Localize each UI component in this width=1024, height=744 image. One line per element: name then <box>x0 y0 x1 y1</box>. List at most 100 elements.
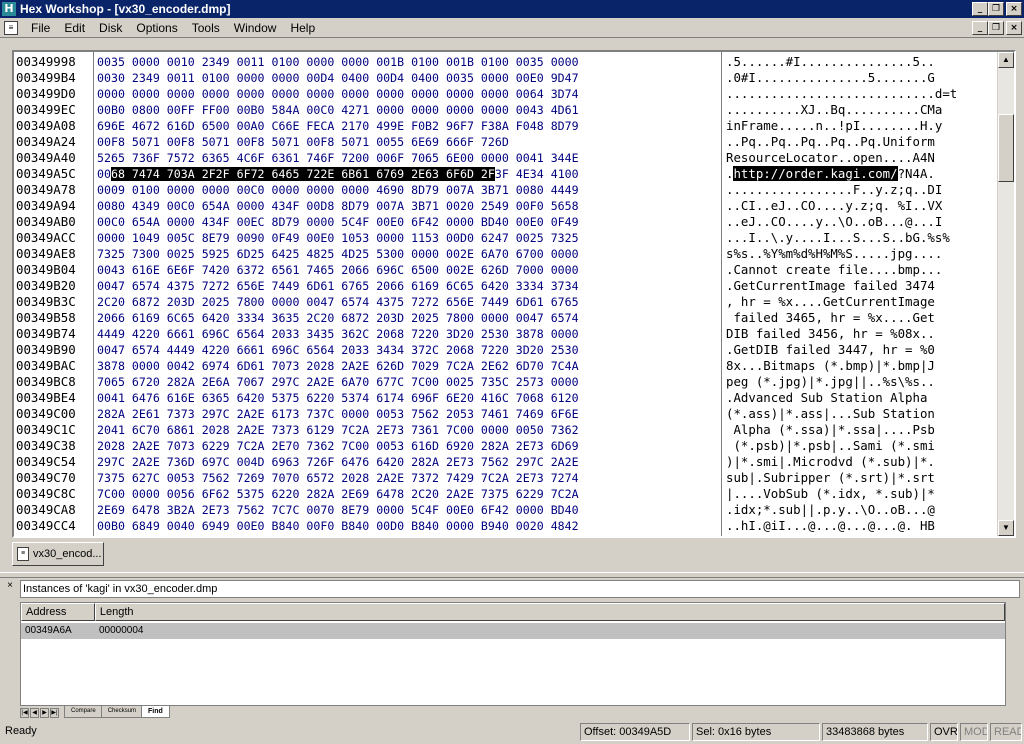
title-bar[interactable]: H Hex Workshop - [vx30_encoder.dmp] _ ❐ … <box>0 0 1024 18</box>
hex-line: 0047 6574 4375 7272 656E 7449 6D61 6765 … <box>97 279 579 293</box>
tab-next-icon[interactable]: ▶ <box>40 708 49 718</box>
close-button[interactable]: × <box>1006 2 1022 16</box>
tab-compare[interactable]: Compare <box>64 706 103 718</box>
ascii-column[interactable]: .5......#I...............5.. .0#I........… <box>723 52 997 536</box>
ascii-line: .................F..y.z;q..DI <box>726 182 943 197</box>
document-system-menu-icon[interactable]: ≡ <box>4 20 18 35</box>
tab-first-icon[interactable]: |◀ <box>20 708 29 718</box>
document-icon: ≡ <box>17 547 29 561</box>
hex-column[interactable]: 0035 0000 0010 2349 0011 0100 0000 0000 … <box>95 52 722 536</box>
address-line: 00349AE8 <box>16 246 76 261</box>
address-line: 00349CC4 <box>16 518 76 533</box>
scrollbar-thumb[interactable] <box>998 114 1014 182</box>
hex-line: 2028 2A2E 7073 6229 7C2A 2E70 7362 7C00 … <box>97 439 579 453</box>
column-header-address[interactable]: Address <box>21 603 95 621</box>
ascii-line: .0#I...............5.......G <box>726 70 935 85</box>
menu-edit[interactable]: Edit <box>57 21 92 35</box>
tab-prev-icon[interactable]: ◀ <box>30 708 39 718</box>
address-line: 00349B58 <box>16 310 76 325</box>
hex-line: 00B0 0800 00FF FF00 00B0 584A 00C0 4271 … <box>97 103 579 117</box>
ascii-line: ..hI.@iI...@...@...@...@. HB <box>726 518 935 533</box>
status-mod: MOD <box>960 723 988 741</box>
address-line: 00349CA8 <box>16 502 76 517</box>
address-line: 00349B74 <box>16 326 76 341</box>
hex-line: 00B0 6849 0040 6949 00E0 B840 00F0 B840 … <box>97 519 579 533</box>
status-read: READ <box>990 723 1022 741</box>
result-length-cell: 00000004 <box>99 625 144 636</box>
status-file-size: 33483868 bytes <box>822 723 928 741</box>
table-row[interactable]: 00349A6A 00000004 <box>21 623 1005 639</box>
hex-line: 7375 627C 0053 7562 7269 7070 6572 2028 … <box>97 471 579 485</box>
address-line: 00349A24 <box>16 134 76 149</box>
hex-line: 2C20 6872 203D 2025 7800 0000 0047 6574 … <box>97 295 579 309</box>
address-line: 003499EC <box>16 102 76 117</box>
restore-button[interactable]: ❐ <box>988 2 1004 16</box>
tab-find[interactable]: Find <box>141 706 170 718</box>
results-list-header: Address Length <box>21 603 1005 621</box>
menu-window[interactable]: Window <box>227 21 284 35</box>
document-tab-strip: ≡ vx30_encod... <box>12 540 1016 568</box>
hex-line: 2041 6C70 6861 2028 2A2E 7373 6129 7C2A … <box>97 423 579 437</box>
address-line: 00349A08 <box>16 118 76 133</box>
ascii-line: s%s..%Y%m%d%H%M%S.....jpg.... <box>726 246 943 261</box>
column-header-length[interactable]: Length <box>94 603 1005 621</box>
results-title: Instances of 'kagi' in vx30_encoder.dmp <box>20 580 1020 598</box>
address-line: 003499D0 <box>16 86 76 101</box>
document-tab[interactable]: ≡ vx30_encod... <box>12 542 104 566</box>
menu-help[interactable]: Help <box>283 21 322 35</box>
menu-options[interactable]: Options <box>129 21 184 35</box>
tab-checksum[interactable]: Checksum <box>100 706 144 718</box>
address-line: 00349C70 <box>16 470 76 485</box>
address-line: 00349C8C <box>16 486 76 501</box>
scroll-down-button[interactable]: ▼ <box>998 520 1014 536</box>
ascii-line: .Advanced Sub Station Alpha <box>726 390 935 405</box>
ascii-selection: http://order.kagi.com/ <box>733 166 898 181</box>
results-close-icon[interactable]: × <box>4 580 16 592</box>
hex-editor-pane[interactable]: 00349998 003499B4 003499D0 003499EC 00349A08… <box>12 50 1016 538</box>
address-line: 00349B04 <box>16 262 76 277</box>
address-line: 00349BC8 <box>16 374 76 389</box>
window-title: Hex Workshop - [vx30_encoder.dmp] <box>20 2 231 16</box>
tab-last-icon[interactable]: ▶| <box>50 708 59 718</box>
address-line: 00349C54 <box>16 454 76 469</box>
address-line: 00349AB0 <box>16 214 76 229</box>
hex-line: 00C0 654A 0000 434F 00EC 8D79 0000 5C4F … <box>97 215 579 229</box>
results-list[interactable]: Address Length 00349A6A 00000004 <box>20 602 1006 706</box>
ascii-line-selected: .http://order.kagi.com/?N4A. <box>726 166 997 182</box>
menu-file[interactable]: File <box>24 21 57 35</box>
ascii-line: sub|.Subripper (*.srt)|*.srt <box>726 470 935 485</box>
vertical-scrollbar[interactable]: ▲ ▼ <box>997 52 1014 536</box>
ascii-line: 8x...Bitmaps (*.bmp)|*.bmp|J <box>726 358 935 373</box>
hex-line: 282A 2E61 7373 297C 2A2E 6173 737C 0000 … <box>97 407 579 421</box>
status-ovr[interactable]: OVR <box>930 723 958 741</box>
status-offset: Offset: 00349A5D <box>580 723 690 741</box>
hex-line: 0009 0100 0000 0000 00C0 0000 0000 0000 … <box>97 183 579 197</box>
ascii-line: (*.psb)|*.psb|..Sami (*.smi <box>726 438 935 453</box>
address-line: 00349C38 <box>16 438 76 453</box>
menu-tools[interactable]: Tools <box>185 21 227 35</box>
ascii-line: ..Pq..Pq..Pq..Pq..Pq.Uniform <box>726 134 935 149</box>
ascii-line: inFrame.....n..!pI........H.y <box>726 118 943 133</box>
document-close-button[interactable]: × <box>1006 21 1022 35</box>
ascii-line: ...I..\.y....I...S...S..bG.%s% <box>726 230 950 245</box>
scroll-up-button[interactable]: ▲ <box>998 52 1014 68</box>
ascii-line: ..........XJ..Bq..........CMa <box>726 102 943 117</box>
menu-disk[interactable]: Disk <box>92 21 129 35</box>
address-line: 00349A40 <box>16 150 76 165</box>
address-column: 00349998 003499B4 003499D0 003499EC 00349A08… <box>14 52 94 536</box>
hex-line: 00F8 5071 00F8 5071 00F8 5071 00F8 5071 … <box>97 135 509 149</box>
document-minimize-button[interactable]: _ <box>972 21 988 35</box>
hex-workshop-app-icon[interactable]: H <box>2 2 16 16</box>
document-restore-button[interactable]: ❐ <box>988 21 1004 35</box>
ascii-line: , hr = %x....GetCurrentImage <box>726 294 935 309</box>
result-address-cell: 00349A6A <box>25 625 72 636</box>
status-selection: Sel: 0x16 bytes <box>692 723 820 741</box>
hex-line: 0000 1049 005C 8E79 0090 0F49 00E0 1053 … <box>97 231 579 245</box>
address-line: 00349A94 <box>16 198 76 213</box>
hex-line: 3878 0000 0042 6974 6D61 7073 2028 2A2E … <box>97 359 579 373</box>
hex-selection: 68 7474 703A 2F2F 6F72 6465 722E 6B61 67… <box>110 167 495 181</box>
address-line: 00349BAC <box>16 358 76 373</box>
ascii-line: .Cannot create file....bmp... <box>726 262 943 277</box>
minimize-button[interactable]: _ <box>972 2 988 16</box>
ascii-line: ResourceLocator..open....A4N <box>726 150 935 165</box>
